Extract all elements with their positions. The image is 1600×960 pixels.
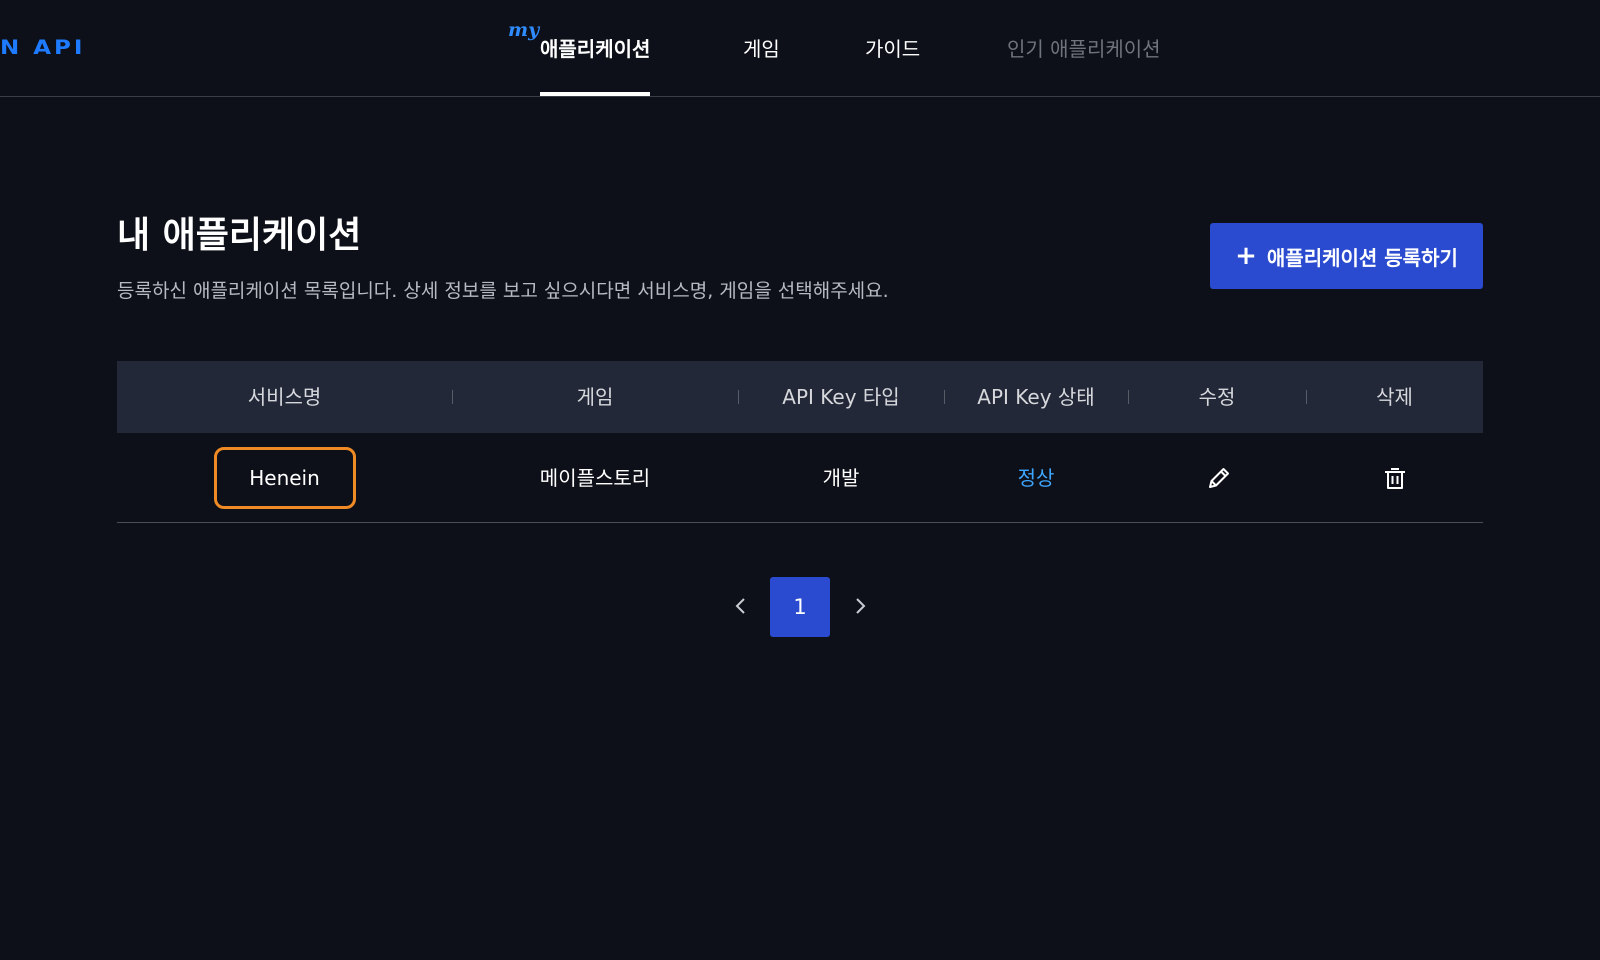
table-row: Henein 메이플스토리 개발 정상 (117, 433, 1483, 523)
nav-tab-popular-applications[interactable]: 인기 애플리케이션 (1007, 0, 1161, 96)
logo[interactable]: N API (0, 36, 85, 60)
top-header: N API my 애플리케이션 게임 가이드 인기 애플리케이션 (0, 0, 1600, 97)
column-header-service-name: 서비스명 (247, 385, 322, 409)
pencil-icon-graphic (1209, 468, 1229, 488)
pencil-icon[interactable] (1205, 464, 1233, 492)
nav-my-badge: my (508, 19, 540, 41)
game-link[interactable]: 메이플스토리 (452, 433, 738, 523)
column-header-api-key-status: API Key 상태 (977, 385, 1095, 409)
column-header-game: 게임 (576, 385, 614, 409)
api-key-type: 개발 (822, 466, 860, 490)
nav-tab-my-applications[interactable]: 애플리케이션 (540, 0, 651, 96)
nav-tab-games[interactable]: 게임 (743, 0, 780, 96)
register-button-label: 애플리케이션 등록하기 (1266, 245, 1458, 270)
chevron-right-icon[interactable] (848, 594, 872, 618)
plus-icon: + (1235, 241, 1257, 271)
chevron-left-icon[interactable] (729, 594, 753, 618)
page-description: 등록하신 애플리케이션 목록입니다. 상세 정보를 보고 싶으시다면 서비스명,… (117, 280, 889, 302)
chevron-left-graphic (735, 598, 745, 614)
api-key-status: 정상 (1017, 466, 1055, 490)
nav-tab-guide[interactable]: 가이드 (865, 0, 920, 96)
service-name-link[interactable]: Henein (213, 447, 356, 509)
register-application-button[interactable]: + 애플리케이션 등록하기 (1210, 223, 1483, 289)
trash-icon[interactable] (1381, 464, 1409, 492)
trash-icon-graphic (1385, 468, 1405, 489)
column-header-api-key-type: API Key 타입 (782, 385, 900, 409)
column-header-delete: 삭제 (1376, 385, 1413, 409)
page-title: 내 애플리케이션 (117, 215, 362, 256)
pagination-page-1[interactable]: 1 (770, 577, 830, 637)
cell-service-name: Henein (117, 433, 452, 523)
chevron-right-graphic (856, 598, 866, 614)
table-header: 서비스명 게임 API Key 타입 API Key 상태 수정 삭제 (117, 361, 1483, 433)
applications-table: 서비스명 게임 API Key 타입 API Key 상태 수정 삭제 Hene… (117, 361, 1483, 523)
column-header-edit: 수정 (1198, 385, 1236, 409)
